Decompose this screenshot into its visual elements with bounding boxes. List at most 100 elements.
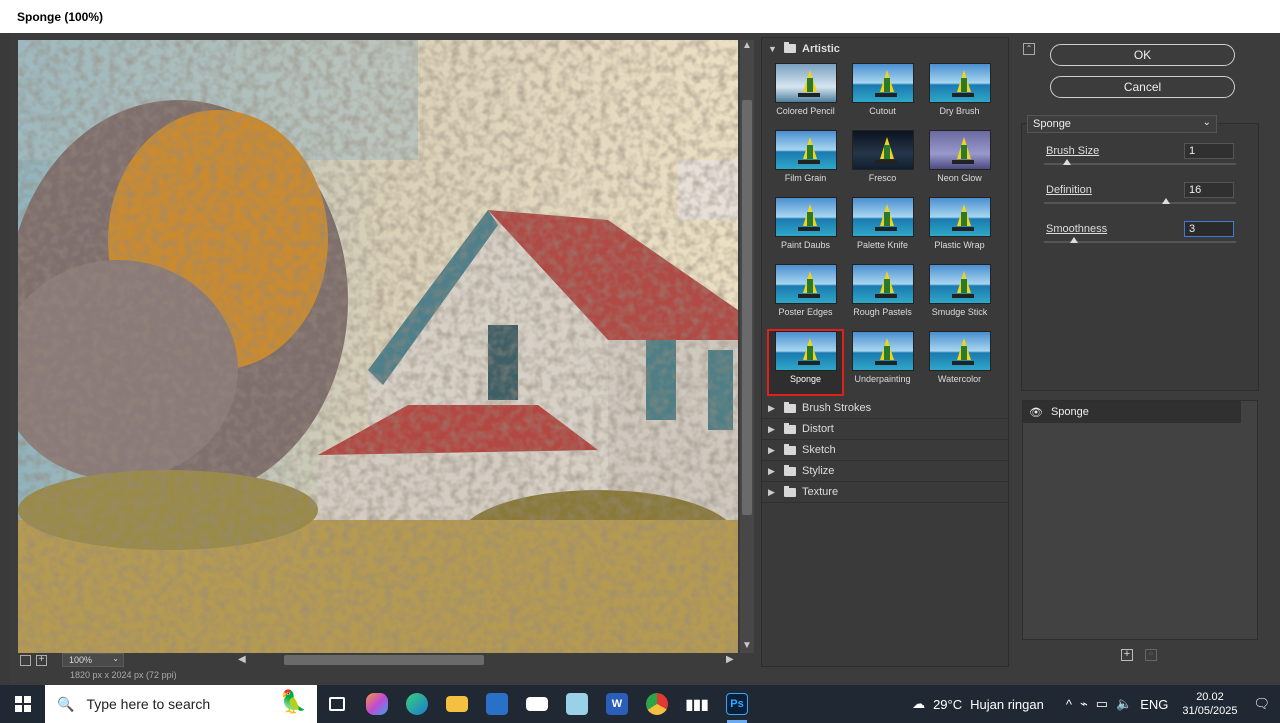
triangle-right-icon: ▶ [768, 444, 775, 455]
ok-button[interactable]: OK [1050, 44, 1235, 66]
taskbar-search[interactable]: 🔍 Type here to search 🦜 [45, 685, 317, 723]
category-row[interactable]: ▶ Stylize [762, 461, 1008, 482]
scroll-left-icon[interactable]: ◀ [238, 654, 246, 665]
vertical-scroll-thumb[interactable] [742, 100, 752, 515]
filter-select[interactable]: Sponge ⌄ [1027, 115, 1217, 133]
collapse-gallery-icon[interactable]: ⌃ [1023, 43, 1035, 55]
parameter-value-input[interactable]: 16 [1184, 182, 1234, 198]
notifications-icon[interactable]: 🗨 [1253, 696, 1270, 712]
filter-thumbnail[interactable]: Plastic Wrap [921, 195, 998, 262]
bluetooth-icon[interactable]: ⌁ [1080, 696, 1088, 712]
filter-label: Neon Glow [937, 173, 982, 183]
preview-canvas[interactable] [18, 40, 738, 653]
category-artistic[interactable]: ▼ Artistic [762, 38, 1008, 59]
left-edge [0, 33, 10, 685]
weather-cloud-icon[interactable]: ☁ [912, 696, 925, 712]
filter-preview-image [928, 63, 991, 103]
filter-thumbnail[interactable]: Poster Edges [767, 262, 844, 329]
weather-temp[interactable]: 29°C [933, 697, 962, 712]
filter-thumbnail[interactable]: Cutout [844, 61, 921, 128]
chevron-down-icon: ⌄ [112, 654, 119, 663]
category-label: Sketch [802, 444, 836, 456]
edge-icon[interactable] [397, 685, 437, 723]
filter-label: Fresco [868, 173, 897, 183]
window-title: Sponge (100%) [0, 0, 1280, 33]
effect-layer-row[interactable]: 👁 Sponge [1023, 401, 1241, 423]
filter-thumbnail[interactable]: Paint Daubs [767, 195, 844, 262]
preview-horizontal-scrollbar[interactable]: ◀ ▶ [238, 653, 738, 667]
filter-preview-image [774, 264, 837, 304]
parameter-value-input[interactable]: 3 [1184, 221, 1234, 237]
parameter-slider-knob[interactable] [1062, 159, 1071, 165]
scroll-up-icon[interactable]: ▲ [742, 40, 752, 51]
start-button[interactable] [0, 685, 45, 723]
filter-parameter: Definition 16 [1044, 182, 1236, 204]
triangle-down-icon: ▼ [768, 43, 777, 54]
filter-thumbnail[interactable]: Film Grain [767, 128, 844, 195]
category-row[interactable]: ▶ Sketch [762, 440, 1008, 461]
filter-thumbnail[interactable]: Dry Brush [921, 61, 998, 128]
chrome-icon[interactable] [637, 685, 677, 723]
zoom-controls: + 100% ⌄ [20, 653, 124, 667]
category-row[interactable]: ▶ Brush Strokes [762, 398, 1008, 419]
zoom-in-icon[interactable]: + [36, 654, 47, 666]
filter-thumbnail[interactable]: Watercolor [921, 329, 998, 396]
cancel-button[interactable]: Cancel [1050, 76, 1235, 98]
copilot-icon[interactable] [357, 685, 397, 723]
weather-desc[interactable]: Hujan ringan [970, 697, 1044, 712]
zoom-out-icon[interactable] [20, 654, 31, 666]
trash-icon[interactable]: ▫ [1145, 649, 1157, 661]
filter-thumbnail[interactable]: Rough Pastels [844, 262, 921, 329]
filter-label: Rough Pastels [853, 307, 912, 317]
filter-preview-image [928, 197, 991, 237]
document-info: 1820 px x 2024 px (72 ppi) [70, 670, 177, 680]
chevron-up-icon[interactable]: ^ [1066, 697, 1072, 712]
settings-column: ⌃ OK Cancel Sponge ⌄ Brush Size 1 Definitio… [1013, 37, 1263, 667]
search-placeholder: Type here to search [86, 696, 211, 712]
category-row[interactable]: ▶ Distort [762, 419, 1008, 440]
photoshop-icon[interactable]: Ps [717, 685, 757, 723]
parameter-slider-track[interactable] [1044, 202, 1236, 204]
clock-time: 20.02 [1196, 691, 1224, 703]
horizontal-scroll-thumb[interactable] [284, 655, 484, 665]
filter-gallery-window: Sponge (100%) ▲ ▼ ◀ ▶ + 100% ⌄ 1820 px x… [0, 0, 1280, 685]
parameter-slider-track[interactable] [1044, 163, 1236, 165]
audio-app-icon[interactable]: ▮▮▮ [677, 685, 717, 723]
eye-icon[interactable]: 👁 [1029, 406, 1043, 419]
category-label: Stylize [802, 465, 835, 477]
scroll-right-icon[interactable]: ▶ [726, 654, 734, 665]
scroll-down-icon[interactable]: ▼ [742, 640, 752, 651]
filter-categories: ▶ Brush Strokes ▶ Distort ▶ Sketch ▶ Stylize ▶ Te… [762, 398, 1008, 503]
triangle-right-icon: ▶ [768, 423, 775, 434]
parameter-value-input[interactable]: 1 [1184, 143, 1234, 159]
filter-thumbnail[interactable]: Underpainting [844, 329, 921, 396]
new-effect-layer-icon[interactable]: + [1121, 649, 1133, 661]
filter-thumbnail[interactable]: Palette Knife [844, 195, 921, 262]
effect-layers-panel: 👁 Sponge [1022, 400, 1258, 640]
filter-preview-image [928, 331, 991, 371]
category-row[interactable]: ▶ Texture [762, 482, 1008, 503]
filter-preview-image [851, 197, 914, 237]
preview-vertical-scrollbar[interactable]: ▲ ▼ [740, 40, 754, 653]
filter-thumbnail[interactable]: Neon Glow [921, 128, 998, 195]
category-label: Artistic [802, 42, 840, 55]
volume-icon[interactable]: 🔈 [1116, 696, 1132, 712]
parameter-slider-knob[interactable] [1162, 198, 1171, 204]
network-icon[interactable]: ▭ [1096, 696, 1108, 712]
filter-thumbnail[interactable]: Smudge Stick [921, 262, 998, 329]
zoom-select[interactable]: 100% ⌄ [62, 653, 124, 667]
filter-preview-image [928, 130, 991, 170]
filter-thumbnail[interactable]: Fresco [844, 128, 921, 195]
notepad-icon[interactable] [557, 685, 597, 723]
filter-thumbnail[interactable]: Colored Pencil [767, 61, 844, 128]
mail-icon[interactable] [517, 685, 557, 723]
filter-thumbnail[interactable]: Sponge [767, 329, 844, 396]
task-view-icon[interactable] [317, 685, 357, 723]
word-icon[interactable]: W [597, 685, 637, 723]
clock[interactable]: 20.02 31/05/2025 [1182, 690, 1237, 718]
layer-actions: + ▫ [1121, 649, 1157, 661]
parameter-slider-knob[interactable] [1070, 237, 1079, 243]
microsoft-store-icon[interactable] [477, 685, 517, 723]
file-explorer-icon[interactable] [437, 685, 477, 723]
language-indicator[interactable]: ENG [1140, 697, 1168, 712]
